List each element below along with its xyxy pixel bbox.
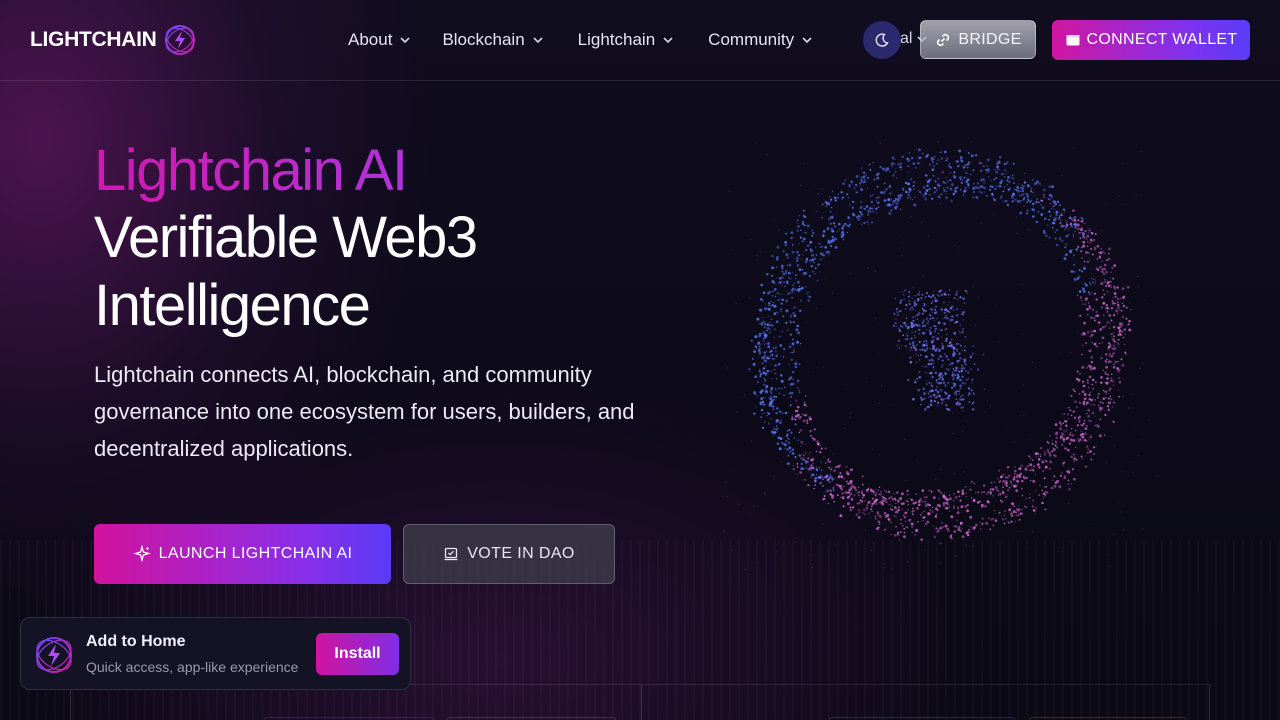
vote-in-dao-button[interactable]: VOTE IN DAO [403,524,615,584]
logo[interactable]: LIGHTCHAIN [30,22,197,58]
hero-title: Lightchain AI Verifiable Web3 Intelligen… [94,138,734,340]
nav-item-community[interactable]: Community [708,30,813,50]
particle-orb-graphic [723,140,1159,570]
hero-title-line-2: Verifiable Web3 [94,205,478,270]
connect-wallet-button[interactable]: CONNECT WALLET [1052,20,1250,60]
nav-item-label: Blockchain [442,30,525,49]
launch-label: LAUNCH LIGHTCHAIN AI [158,545,353,562]
vote-icon [444,547,458,561]
link-icon [937,33,950,46]
main-nav: About Blockchain Lightchain Community [348,28,847,52]
install-prompt: Add to Home Quick access, app-like exper… [20,617,411,690]
launch-lightchain-ai-button[interactable]: LAUNCH LIGHTCHAIN AI [94,524,391,584]
bridge-button[interactable]: BRIDGE [920,20,1036,59]
install-subtitle: Quick access, app-like experience [86,659,299,675]
lightning-logo-icon [164,25,195,55]
sparkles-icon [132,545,151,563]
hero-description: Lightchain connects AI, blockchain, and … [94,362,635,461]
nav-item-lightchain[interactable]: Lightchain [578,30,675,50]
theme-toggle-button[interactable] [863,21,901,59]
chevron-down-icon [802,37,812,44]
chevron-down-icon [533,37,543,44]
language-label: al [900,30,913,47]
hero-title-line-1: Lightchain AI [94,138,734,204]
moon-icon [875,33,889,47]
site-header: LIGHTCHAIN About Blockchain Lightchain C… [0,0,1280,81]
install-title: Add to Home [86,633,186,650]
logo-text: LIGHTCHAIN [30,28,157,51]
nav-item-label: About [348,30,393,49]
wallet-icon [1066,35,1080,46]
chevron-down-icon [400,37,411,44]
nav-item-about[interactable]: About [348,30,411,50]
hero-title-line-3: Intelligence [94,273,371,338]
nav-item-label: Community [708,30,795,49]
bridge-label: BRIDGE [958,30,1022,48]
nav-item-label: Lightchain [577,30,656,49]
chevron-down-icon [663,37,673,44]
install-button[interactable]: Install [316,633,399,675]
nav-item-blockchain[interactable]: Blockchain [442,30,543,50]
lightning-app-icon [36,637,72,673]
vote-label: VOTE IN DAO [467,545,575,562]
connect-wallet-label: CONNECT WALLET [1086,31,1238,48]
card-divider [641,685,642,720]
